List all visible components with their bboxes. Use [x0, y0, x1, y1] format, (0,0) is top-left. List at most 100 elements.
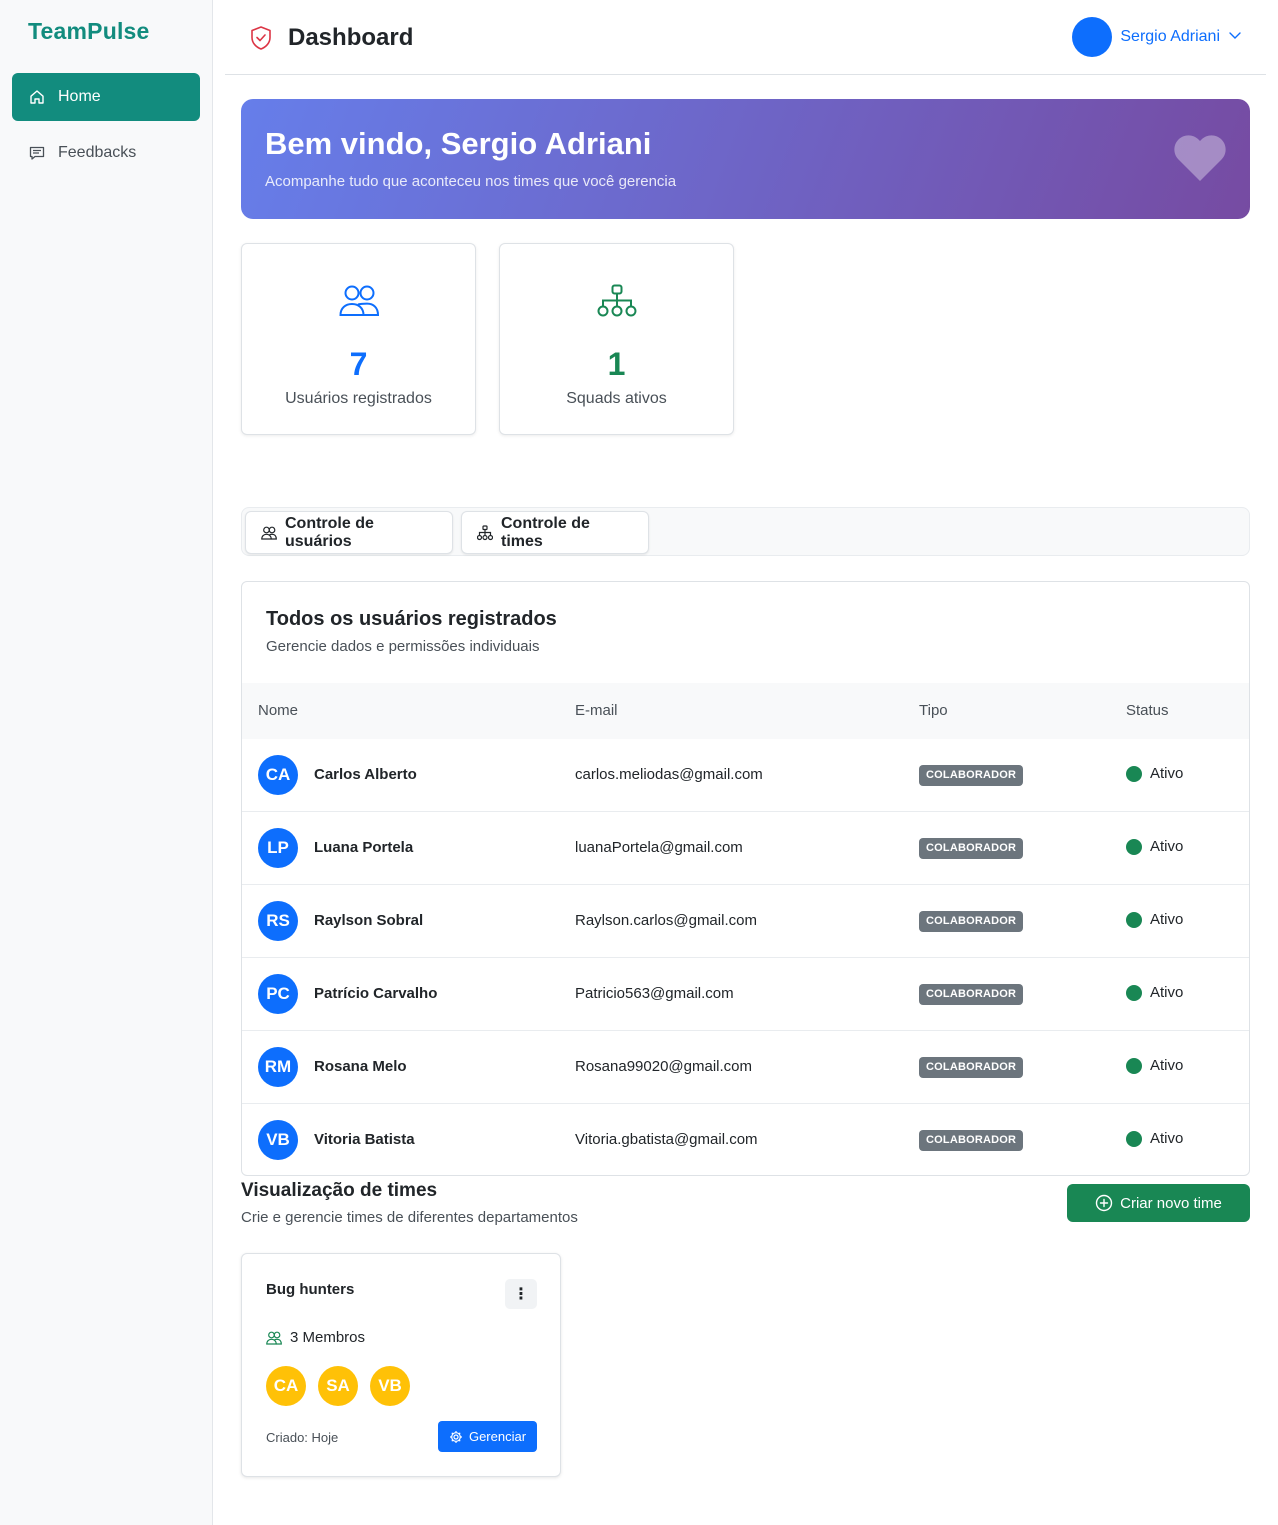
status-cell: Ativo	[1126, 838, 1183, 855]
page-title: Dashboard	[288, 24, 414, 51]
org-chart-icon	[500, 284, 733, 320]
avatar: LP	[258, 828, 298, 868]
user-email-cell: Rosana99020@gmail.com	[575, 1058, 752, 1075]
sidebar-item-label: Home	[58, 88, 101, 105]
user-menu[interactable]: Sergio Adriani	[1072, 17, 1242, 57]
status-text: Ativo	[1150, 765, 1184, 782]
users-icon	[242, 284, 475, 320]
more-vertical-icon[interactable]: ⋮	[505, 1279, 537, 1309]
users-icon	[266, 1330, 282, 1346]
welcome-title: Bem vindo, Sergio Adriani	[265, 126, 652, 161]
stat-card-squads: 1 Squads ativos	[499, 243, 734, 435]
manage-team-label: Gerenciar	[468, 1429, 527, 1444]
users-card: Todos os usuários registrados Gerencie d…	[241, 581, 1250, 1176]
user-email-cell: carlos.meliodas@gmail.com	[575, 766, 763, 783]
stat-card-users: 7 Usuários registrados	[241, 243, 476, 435]
squads-count-label: Squads ativos	[566, 390, 667, 407]
top-header: Dashboard Sergio Adriani	[225, 0, 1266, 75]
status-text: Ativo	[1150, 1057, 1184, 1074]
table-row[interactable]: CA Carlos Alberto carlos.meliodas@gmail.…	[242, 739, 1249, 812]
user-name-cell: Raylson Sobral	[314, 912, 424, 929]
squads-count: 1	[607, 346, 626, 382]
home-icon	[28, 88, 46, 106]
members-label: 3 Membros	[290, 1329, 366, 1346]
role-badge: COLABORADOR	[919, 1130, 1024, 1151]
status-dot	[1126, 984, 1142, 1001]
team-name: Bug hunters	[266, 1281, 355, 1298]
avatar: PC	[258, 974, 298, 1014]
team-members-count: 3 Membros	[266, 1329, 365, 1346]
role-badge: COLABORADOR	[919, 911, 1024, 932]
tab-team-control[interactable]: Controle de times	[461, 511, 649, 554]
table-row[interactable]: VB Vitoria Batista Vitoria.gbatista@gmai…	[242, 1104, 1249, 1175]
team-created-date: Criado: Hoje	[266, 1430, 339, 1445]
status-text: Ativo	[1150, 984, 1184, 1001]
member-avatar: VB	[370, 1366, 410, 1406]
user-email-cell: Vitoria.gbatista@gmail.com	[575, 1131, 758, 1148]
table-row[interactable]: LP Luana Portela luanaPortela@gmail.com …	[242, 812, 1249, 885]
teams-section-subtitle: Crie e gerencie times de diferentes depa…	[241, 1209, 578, 1226]
manage-team-button[interactable]: Gerenciar	[438, 1421, 537, 1452]
status-cell: Ativo	[1126, 1057, 1183, 1074]
teams-section-title: Visualização de times	[241, 1180, 438, 1201]
role-badge: COLABORADOR	[919, 1057, 1024, 1078]
tab-label: Controle de usuários	[285, 514, 374, 550]
users-card-subtitle: Gerencie dados e permissões individuais	[266, 638, 540, 655]
user-name-cell: Carlos Alberto	[314, 766, 417, 783]
shield-icon	[249, 25, 273, 51]
table-row[interactable]: PC Patrício Carvalho Patricio563@gmail.c…	[242, 958, 1249, 1031]
brand-logo[interactable]: TeamPulse	[28, 18, 150, 45]
status-cell: Ativo	[1126, 765, 1183, 782]
status-dot	[1126, 765, 1142, 782]
sidebar-item-home[interactable]: Home	[12, 73, 200, 121]
member-avatar: CA	[266, 1366, 306, 1406]
org-chart-icon	[477, 524, 493, 541]
status-cell: Ativo	[1126, 911, 1183, 928]
column-header-status: Status	[1126, 702, 1169, 719]
table-row[interactable]: RM Rosana Melo Rosana99020@gmail.com COL…	[242, 1031, 1249, 1104]
chevron-down-icon	[1228, 28, 1242, 47]
status-cell: Ativo	[1126, 984, 1183, 1001]
team-card: Bug hunters ⋮ 3 Membros CA SA VB Criado:…	[241, 1253, 561, 1477]
role-badge: COLABORADOR	[919, 838, 1024, 859]
column-header-name: Nome	[258, 702, 299, 719]
tab-user-control[interactable]: Controle de usuários	[245, 511, 453, 554]
tab-label: Controle de times	[501, 514, 590, 550]
heart-icon	[1174, 135, 1226, 183]
column-header-type: Tipo	[919, 702, 948, 719]
welcome-subtitle: Acompanhe tudo que aconteceu nos times q…	[265, 173, 677, 190]
status-dot	[1126, 838, 1142, 855]
tab-bar: Controle de usuários Controle de times	[241, 507, 1250, 556]
user-name: Sergio Adriani	[1120, 28, 1220, 45]
avatar	[1072, 17, 1113, 57]
status-dot	[1126, 1057, 1142, 1074]
avatar: RM	[258, 1047, 298, 1087]
users-icon	[261, 525, 277, 541]
avatar: RS	[258, 901, 298, 941]
status-text: Ativo	[1150, 1130, 1184, 1147]
table-row[interactable]: RS Raylson Sobral Raylson.carlos@gmail.c…	[242, 885, 1249, 958]
status-dot	[1126, 911, 1142, 928]
gear-icon	[449, 1430, 463, 1444]
member-avatar: SA	[318, 1366, 358, 1406]
avatar: CA	[258, 755, 298, 795]
user-email-cell: Raylson.carlos@gmail.com	[575, 912, 757, 929]
users-card-title: Todos os usuários registrados	[266, 608, 557, 630]
column-header-email: E-mail	[575, 702, 618, 719]
plus-circle-icon	[1095, 1194, 1113, 1212]
user-email-cell: Patricio563@gmail.com	[575, 985, 734, 1002]
user-name-cell: Vitoria Batista	[314, 1131, 415, 1148]
sidebar: TeamPulse Home Feedbacks	[0, 0, 213, 1525]
sidebar-item-label: Feedbacks	[58, 144, 137, 161]
role-badge: COLABORADOR	[919, 984, 1024, 1005]
create-team-button[interactable]: Criar novo time	[1067, 1184, 1250, 1222]
create-team-label: Criar novo time	[1120, 1194, 1222, 1212]
welcome-banner: Bem vindo, Sergio Adriani Acompanhe tudo…	[241, 99, 1250, 219]
avatar: VB	[258, 1120, 298, 1160]
table-header: Nome E-mail Tipo Status	[242, 683, 1249, 739]
sidebar-item-feedbacks[interactable]: Feedbacks	[12, 129, 200, 177]
role-badge: COLABORADOR	[919, 765, 1024, 786]
user-name-cell: Rosana Melo	[314, 1058, 407, 1075]
status-text: Ativo	[1150, 911, 1184, 928]
message-square-icon	[28, 144, 46, 162]
